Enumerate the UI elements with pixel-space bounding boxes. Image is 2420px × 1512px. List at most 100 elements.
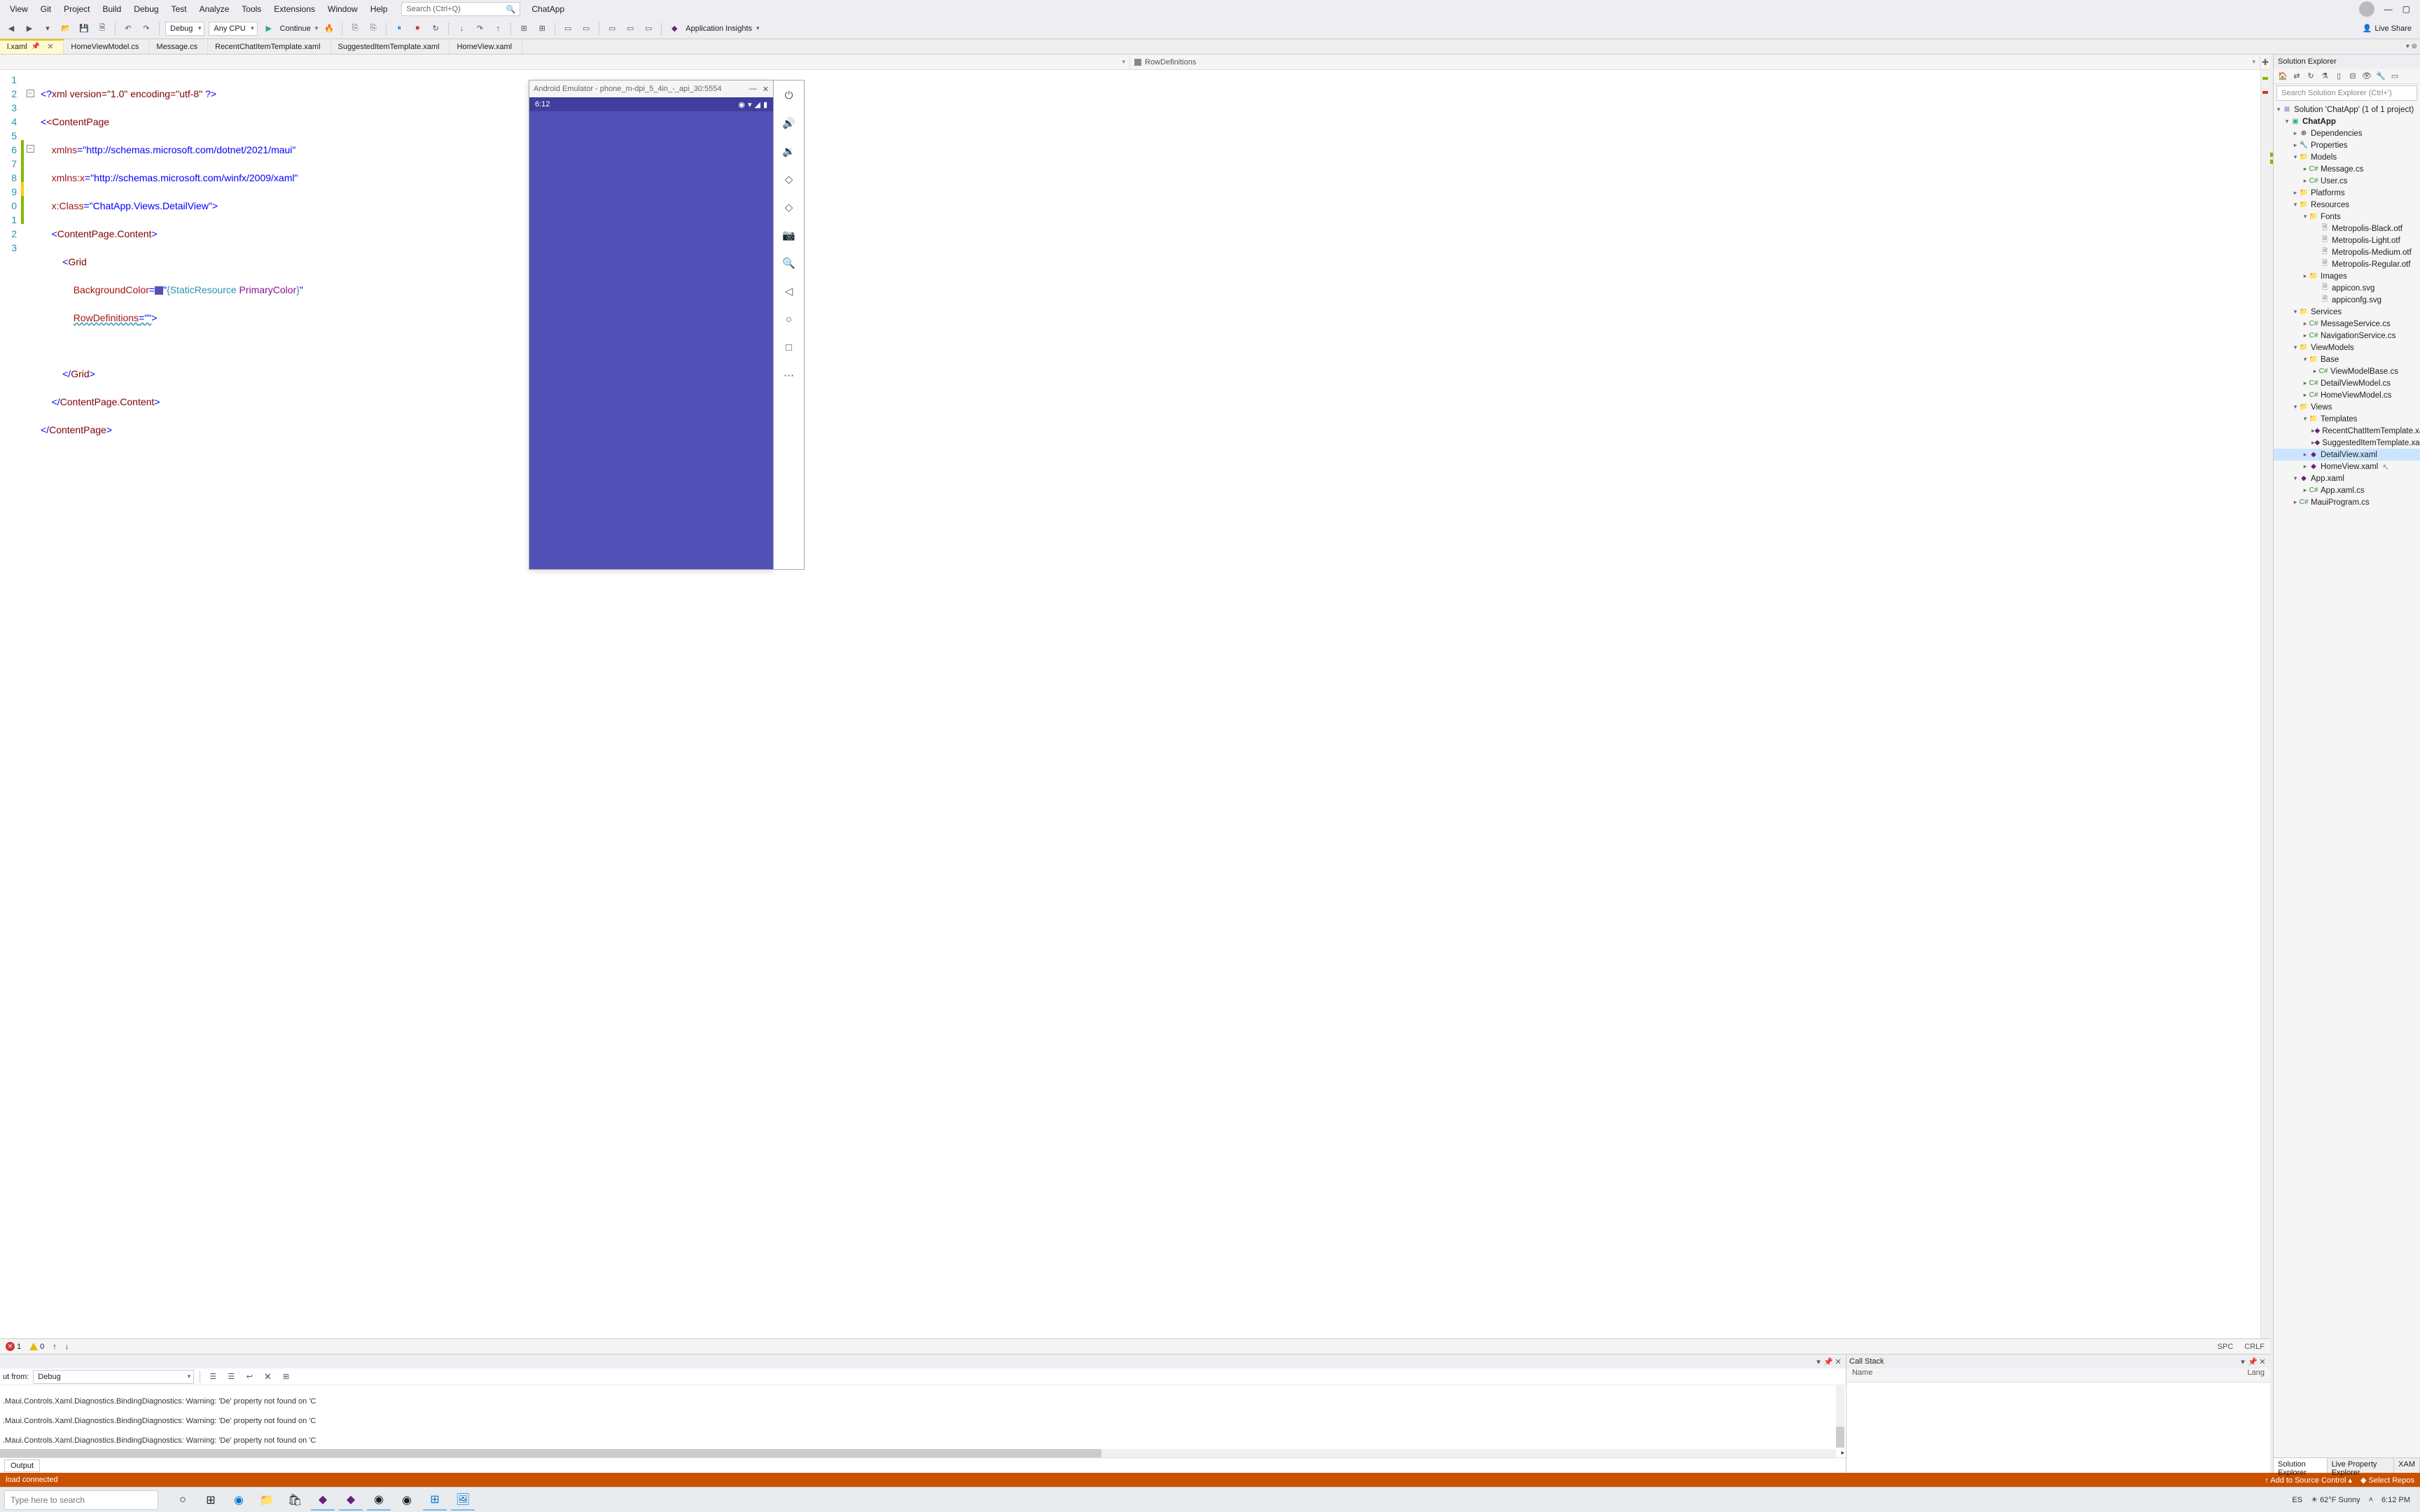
tree-services[interactable]: ▾📁Services	[2274, 306, 2420, 318]
user-avatar[interactable]	[2359, 1, 2374, 17]
live-share-button[interactable]: 👤 Live Share	[2363, 24, 2416, 33]
tree-images[interactable]: ▸📁Images	[2274, 270, 2420, 282]
close-icon[interactable]: ✕	[2258, 1357, 2267, 1366]
pin-icon[interactable]: 📌	[32, 43, 40, 50]
tree-views[interactable]: ▾📁Views	[2274, 401, 2420, 413]
nav-up-icon[interactable]: ↑	[53, 1343, 57, 1351]
tree-img2[interactable]: 🗎appiconfg.svg	[2274, 294, 2420, 306]
new-icon[interactable]: ▾	[41, 22, 55, 36]
col-lang[interactable]: Lang	[2230, 1368, 2265, 1382]
home-icon[interactable]: 🏠	[2276, 70, 2289, 83]
vscode-icon[interactable]: ⊞	[423, 1490, 447, 1511]
tree-hvm[interactable]: ▸C#HomeViewModel.cs	[2274, 389, 2420, 401]
tree-svc1[interactable]: ▸C#MessageService.cs	[2274, 318, 2420, 330]
lang-indicator[interactable]: ES	[2292, 1496, 2302, 1504]
tool-icon[interactable]: ▭	[623, 22, 637, 36]
wrap-icon[interactable]: ↩	[242, 1370, 256, 1384]
code-editor[interactable]: 123 456 789 012 3	[0, 70, 2260, 1338]
clear-icon[interactable]: ☰	[206, 1370, 220, 1384]
tool-icon[interactable]: ▭	[605, 22, 619, 36]
camera-icon[interactable]: 📷	[781, 227, 797, 243]
hot-reload-icon[interactable]: 🔥	[322, 22, 336, 36]
task-view-icon[interactable]: ⊞	[199, 1490, 223, 1511]
tool-icon[interactable]: ▯	[2332, 70, 2345, 83]
tab-liveprop[interactable]: Live Property Explorer	[2328, 1458, 2395, 1473]
tree-t2[interactable]: ▸◆SuggestedItemTemplate.xam	[2274, 437, 2420, 449]
step-icon[interactable]: ⎘	[348, 22, 362, 36]
rotate-right-icon[interactable]: ◇	[781, 200, 797, 215]
tree-base[interactable]: ▾📁Base	[2274, 354, 2420, 365]
collapse-icon[interactable]: ⊟	[2346, 70, 2359, 83]
nav-dropdown-right[interactable]: RowDefinitions	[1130, 55, 2260, 69]
nav-down-icon[interactable]: ↓	[65, 1343, 69, 1351]
pause-icon[interactable]: ⏸	[392, 22, 406, 36]
forward-icon[interactable]: ▶	[22, 22, 36, 36]
fold-gutter[interactable]: − −	[24, 70, 36, 1338]
toggle-icon[interactable]: ☰	[224, 1370, 238, 1384]
tool-icon[interactable]: ⊞	[279, 1370, 293, 1384]
menu-build[interactable]: Build	[97, 2, 127, 16]
back-icon[interactable]: ◁	[781, 284, 797, 299]
tree-dvm[interactable]: ▸C#DetailViewModel.cs	[2274, 377, 2420, 389]
emulator-window[interactable]: Android Emulator - phone_m-dpi_5_4in_-_a…	[529, 80, 810, 570]
store-icon[interactable]: 🛍	[283, 1490, 307, 1511]
tree-maui[interactable]: ▸C#MauiProgram.cs	[2274, 496, 2420, 508]
tab-detailview[interactable]: l.xaml 📌 ✕	[0, 39, 64, 54]
encoding-indicator[interactable]: SPC	[2218, 1343, 2234, 1351]
visualstudio-icon[interactable]: ◆	[311, 1490, 335, 1511]
clear-all-icon[interactable]: 🗙	[260, 1370, 274, 1384]
tree-message[interactable]: ▸C#Message.cs	[2274, 163, 2420, 175]
overview-icon[interactable]: □	[781, 340, 797, 355]
menu-window[interactable]: Window	[322, 2, 363, 16]
continue-play-icon[interactable]: ▶	[262, 22, 276, 36]
pin-icon[interactable]: 📌	[2248, 1357, 2258, 1366]
tree-models[interactable]: ▾📁Models	[2274, 151, 2420, 163]
tree-deps[interactable]: ▸⊕Dependencies	[2274, 127, 2420, 139]
tree-img1[interactable]: 🗎appicon.svg	[2274, 282, 2420, 294]
tree-font4[interactable]: 🗎Metropolis-Regular.otf	[2274, 258, 2420, 270]
tab-homeview[interactable]: HomeView.xaml	[450, 39, 522, 54]
menu-help[interactable]: Help	[365, 2, 394, 16]
lineending-indicator[interactable]: CRLF	[2244, 1343, 2265, 1351]
solution-tree[interactable]: ▾⊞Solution 'ChatApp' (1 of 1 project) ▾▣…	[2274, 102, 2420, 1457]
volume-up-icon[interactable]: 🔊	[781, 115, 797, 131]
tab-xaml[interactable]: XAM	[2394, 1458, 2420, 1473]
select-repo[interactable]: ◆ Select Repos	[2360, 1476, 2414, 1485]
insights-icon[interactable]: ◆	[667, 22, 681, 36]
pin-icon[interactable]: 📌	[1823, 1357, 1833, 1366]
col-name[interactable]: Name	[1852, 1368, 2230, 1382]
sync-icon[interactable]: ↻	[2304, 70, 2317, 83]
insights-label[interactable]: Application Insights	[686, 24, 752, 33]
tool-icon[interactable]: ⊞	[535, 22, 549, 36]
errors-count[interactable]: ✕1	[6, 1342, 21, 1351]
save-all-icon[interactable]: 🗎	[95, 22, 109, 36]
undo-icon[interactable]: ↶	[121, 22, 135, 36]
tab-homeviewmodel[interactable]: HomeViewModel.cs	[64, 39, 149, 54]
continue-label[interactable]: Continue	[280, 24, 311, 33]
tree-homeview[interactable]: ▸◆HomeView.xaml↖	[2274, 461, 2420, 472]
close-icon[interactable]: ✕	[47, 42, 53, 51]
tree-font2[interactable]: 🗎Metropolis-Light.otf	[2274, 234, 2420, 246]
emulator-screen[interactable]: 6:12 ◉ ▾ ◢ ▮	[529, 97, 773, 569]
tree-detailview[interactable]: ▸◆DetailView.xaml	[2274, 449, 2420, 461]
preview-icon[interactable]: ▭	[2388, 70, 2401, 83]
more-icon[interactable]: ⋯	[781, 368, 797, 383]
scrollbar[interactable]	[1836, 1385, 1844, 1448]
tree-t1[interactable]: ▸◆RecentChatItemTemplate.xam	[2274, 425, 2420, 437]
minimize-icon[interactable]: —	[749, 85, 757, 94]
config-select[interactable]: Debug	[165, 22, 204, 36]
show-icon[interactable]: 👁	[2360, 70, 2373, 83]
restart-icon[interactable]: ↻	[429, 22, 443, 36]
menu-view[interactable]: View	[4, 2, 34, 16]
taskbar-search[interactable]: Type here to search	[4, 1490, 158, 1510]
tree-user[interactable]: ▸C#User.cs	[2274, 175, 2420, 187]
tool-icon[interactable]: ⊞	[517, 22, 531, 36]
tree-font1[interactable]: 🗎Metropolis-Black.otf	[2274, 223, 2420, 234]
callstack-body[interactable]	[1847, 1382, 2270, 1473]
menu-extensions[interactable]: Extensions	[268, 2, 321, 16]
redo-icon[interactable]: ↷	[139, 22, 153, 36]
tree-viewmodels[interactable]: ▾📁ViewModels	[2274, 342, 2420, 354]
zoom-icon[interactable]: 🔍	[781, 255, 797, 271]
output-source-select[interactable]: Debug	[33, 1370, 194, 1384]
output-body[interactable]: .Maui.Controls.Xaml.Diagnostics.BindingD…	[0, 1385, 1846, 1457]
